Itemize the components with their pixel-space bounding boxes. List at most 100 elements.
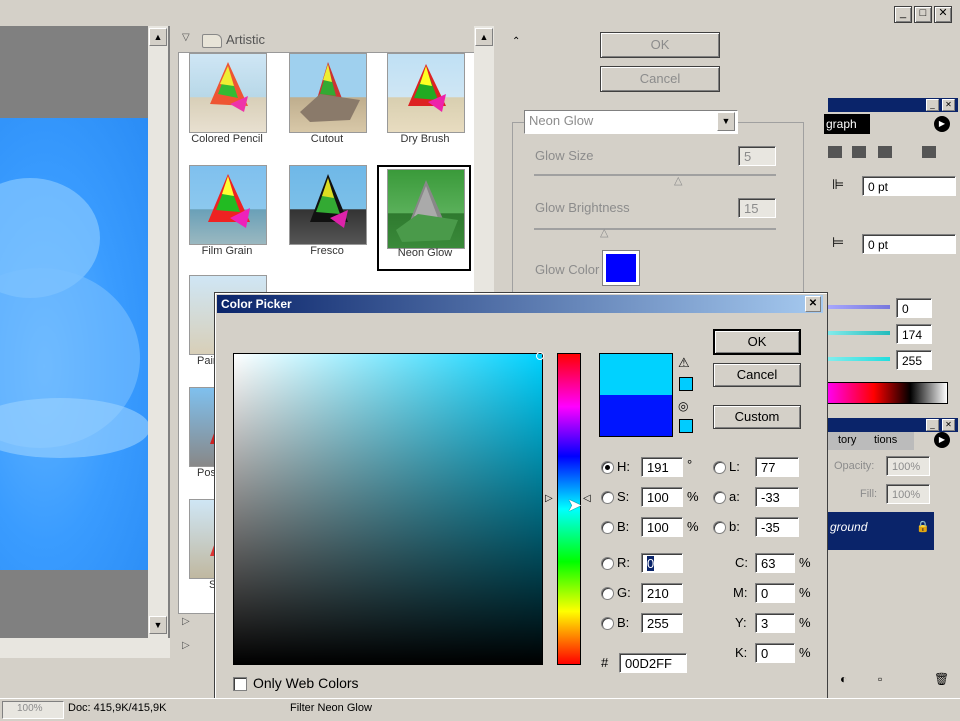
glow-size-input[interactable]: 5 <box>738 146 776 166</box>
blue-input[interactable]: 255 <box>641 613 683 633</box>
layers-bottom-icons[interactable]: ◐ ▫ 🗑 <box>834 672 954 688</box>
b-label: B: <box>617 519 630 534</box>
zoom-field[interactable]: 100% <box>2 701 64 719</box>
color-value-2[interactable]: 174 <box>896 324 932 344</box>
hue-left-arrow-icon[interactable]: ▷ <box>545 493 553 504</box>
hue-right-arrow-icon[interactable]: ◁ <box>583 493 591 504</box>
collapse-chevron-icon[interactable]: ⌃ <box>512 36 520 47</box>
color-value-1[interactable]: 0 <box>896 298 932 318</box>
thumb-dry-brush[interactable] <box>387 53 465 133</box>
indent-first-input[interactable]: 0 pt <box>862 234 956 254</box>
y-input[interactable]: 3 <box>755 613 795 633</box>
gamut-swatch[interactable] <box>679 377 693 391</box>
saturation-brightness-field[interactable] <box>233 352 544 665</box>
minimize-button[interactable]: _ <box>894 6 912 23</box>
c-unit: % <box>799 555 811 570</box>
r-radio[interactable] <box>601 557 614 570</box>
picker-cursor-icon[interactable] <box>536 352 544 360</box>
close-icon[interactable]: ✕ <box>942 419 955 431</box>
g-radio[interactable] <box>601 587 614 600</box>
paragraph-tab[interactable]: graph <box>824 114 870 134</box>
lab-b-input[interactable]: -35 <box>755 517 799 537</box>
gallery-cancel-button[interactable]: Cancel <box>600 66 720 92</box>
indent-left-input[interactable]: 0 pt <box>862 176 956 196</box>
thumb-neon-glow[interactable] <box>387 169 465 249</box>
m-input[interactable]: 0 <box>755 583 795 603</box>
c-input[interactable]: 63 <box>755 553 795 573</box>
palette-menu-icon[interactable]: ▶ <box>934 432 950 448</box>
gallery-ok-button[interactable]: OK <box>600 32 720 58</box>
r-input[interactable]: 0 <box>641 553 683 573</box>
color-ramp[interactable] <box>824 382 948 404</box>
scroll-down-icon[interactable]: ▼ <box>149 616 167 634</box>
l-radio[interactable] <box>713 461 726 474</box>
picker-cancel-button[interactable]: Cancel <box>713 363 801 387</box>
scroll-up-icon[interactable]: ▲ <box>475 28 493 46</box>
preview-hscroll[interactable] <box>0 638 170 658</box>
glow-color-swatch[interactable] <box>602 250 640 286</box>
palette-menu-icon[interactable]: ▶ <box>934 116 950 132</box>
web-colors-checkbox[interactable] <box>233 677 247 691</box>
fill-input[interactable]: 100% <box>886 484 930 504</box>
web-safe-cube-icon[interactable]: ◎ <box>678 399 688 413</box>
minimize-icon[interactable]: _ <box>926 419 939 431</box>
scroll-up-icon[interactable]: ▲ <box>149 28 167 46</box>
b-input[interactable]: 100 <box>641 517 683 537</box>
opacity-input[interactable]: 100% <box>886 456 930 476</box>
thumb-cutout[interactable] <box>289 53 367 133</box>
web-safe-swatch[interactable] <box>679 419 693 433</box>
close-icon[interactable]: ✕ <box>805 296 821 312</box>
hex-label: # <box>601 655 609 670</box>
picker-custom-button[interactable]: Custom <box>713 405 801 429</box>
close-icon[interactable]: ✕ <box>942 99 955 111</box>
gamut-warning-icon[interactable]: ⚠ <box>678 355 690 371</box>
h-radio[interactable] <box>601 461 614 474</box>
dialog-titlebar[interactable]: Color Picker ✕ <box>217 295 823 313</box>
minimize-icon[interactable]: _ <box>926 99 939 111</box>
close-button[interactable]: ✕ <box>934 6 952 23</box>
filter-select[interactable]: Neon Glow ▼ <box>524 110 738 134</box>
category-header[interactable]: ▽ Artistic <box>178 30 474 50</box>
actions-tab[interactable]: tions <box>870 432 914 450</box>
layer-row-background[interactable]: ground 🔒 <box>824 512 934 550</box>
preview-image <box>0 118 148 570</box>
current-color-swatch[interactable] <box>600 395 672 436</box>
history-tab[interactable]: tory <box>824 432 870 450</box>
slider-thumb-icon[interactable]: △ <box>600 226 608 239</box>
align-icons[interactable] <box>824 144 954 162</box>
thumb-film-grain[interactable] <box>189 165 267 245</box>
glow-brightness-slider[interactable] <box>534 228 776 230</box>
k-input[interactable]: 0 <box>755 643 795 663</box>
thumb-fresco[interactable] <box>289 165 367 245</box>
new-color-swatch <box>600 354 672 395</box>
h-input[interactable]: 191 <box>641 457 683 477</box>
slider-thumb-icon[interactable]: △ <box>674 174 682 187</box>
color-value-3[interactable]: 255 <box>896 350 932 370</box>
chevron-down-icon[interactable]: ▼ <box>717 112 735 131</box>
preview-scrollbar[interactable]: ▲ ▼ <box>148 26 168 638</box>
glow-brightness-input[interactable]: 15 <box>738 198 776 218</box>
s-input[interactable]: 100 <box>641 487 683 507</box>
thumb-neon-glow-selected[interactable]: Neon Glow <box>377 165 471 271</box>
lab-b-label: b: <box>729 519 740 534</box>
s-radio[interactable] <box>601 491 614 504</box>
g-input[interactable]: 210 <box>641 583 683 603</box>
maximize-button[interactable]: □ <box>914 6 932 23</box>
glow-size-slider[interactable] <box>534 174 776 176</box>
hex-input[interactable]: 00D2FF <box>619 653 687 673</box>
b-radio[interactable] <box>601 521 614 534</box>
thumb-colored-pencil[interactable] <box>189 53 267 133</box>
color-slider-3[interactable] <box>824 357 890 361</box>
lab-b-radio[interactable] <box>713 521 726 534</box>
l-input[interactable]: 77 <box>755 457 799 477</box>
color-slider-1[interactable] <box>824 305 890 309</box>
a-input[interactable]: -33 <box>755 487 799 507</box>
color-slider-2[interactable] <box>824 331 890 335</box>
picker-ok-button[interactable]: OK <box>713 329 801 355</box>
c-label: C: <box>735 555 748 570</box>
a-radio[interactable] <box>713 491 726 504</box>
s-label: S: <box>617 489 630 504</box>
opacity-label: Opacity: <box>834 460 875 472</box>
right-palettes: _ ✕ graph ▶ ⊫ 0 pt ⊨ 0 pt 0 174 255 _ ✕ … <box>824 26 960 698</box>
blue-radio[interactable] <box>601 617 614 630</box>
